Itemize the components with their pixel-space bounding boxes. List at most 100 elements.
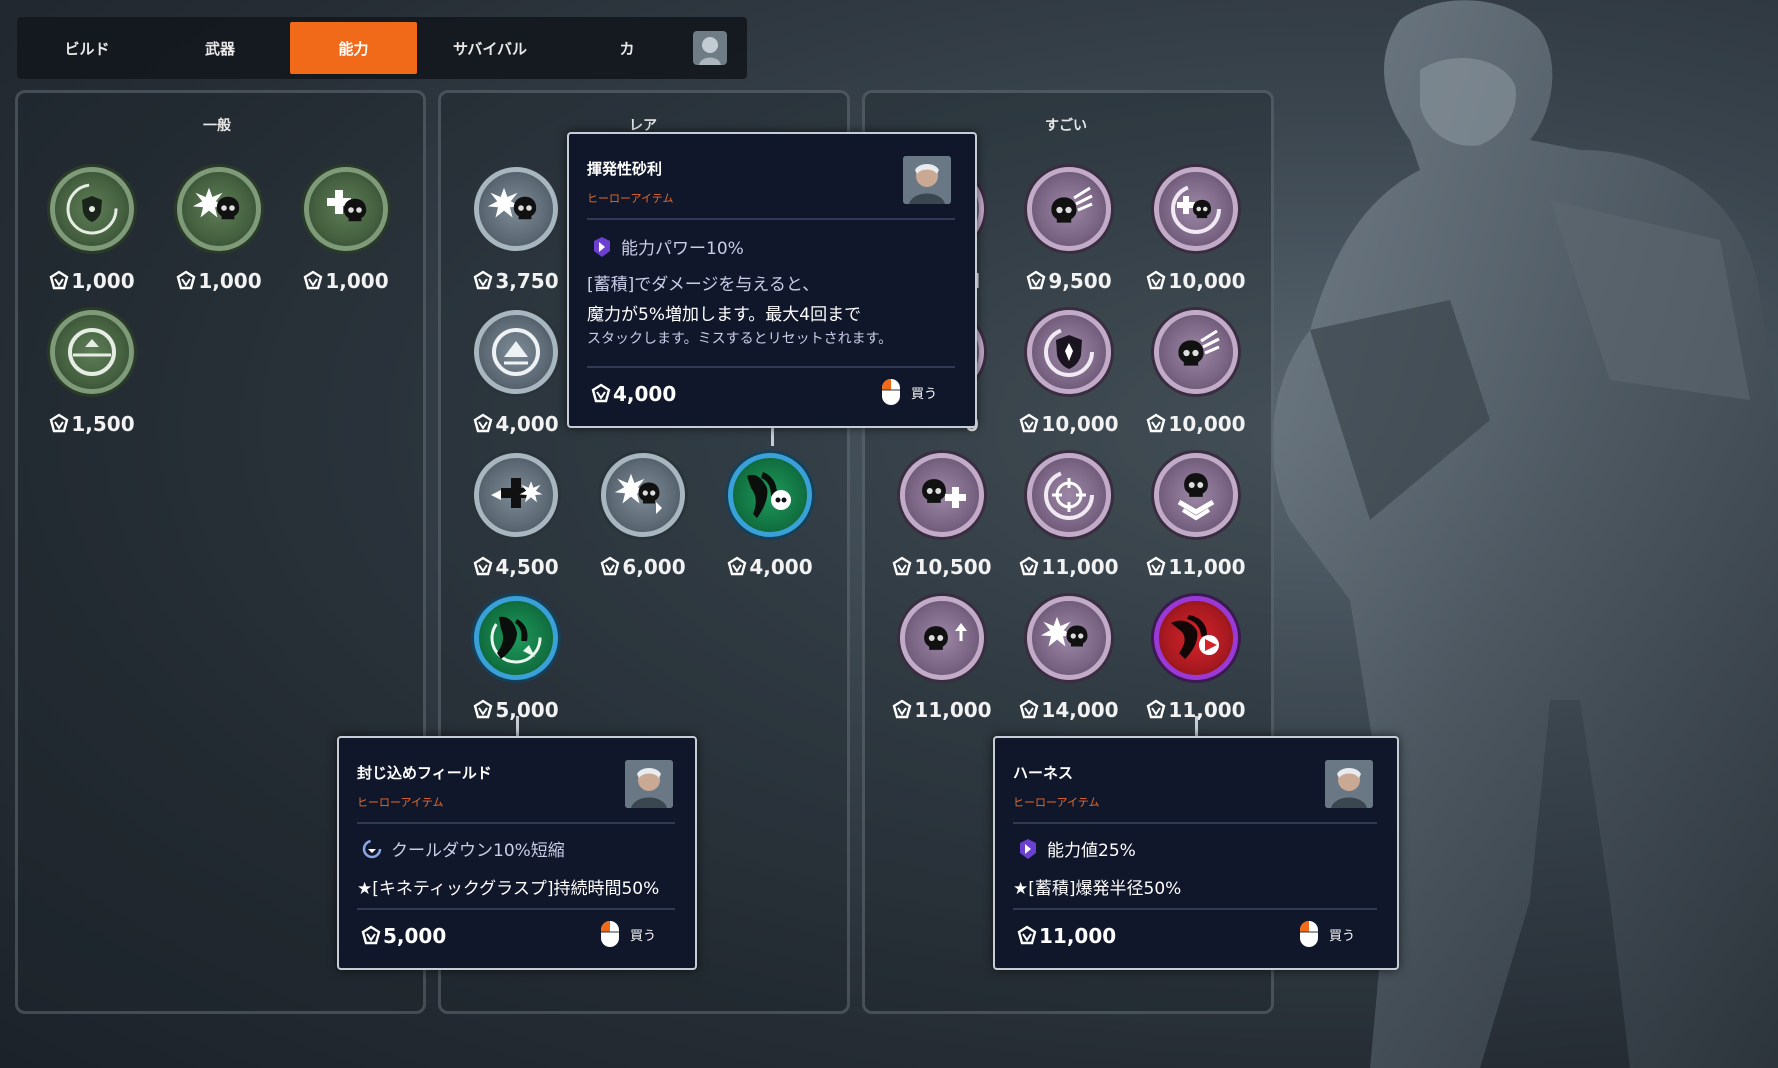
buy-button[interactable]: 買う xyxy=(881,378,937,406)
common-column-title: 一般 xyxy=(203,118,231,134)
hero-portrait-icon[interactable] xyxy=(693,31,727,65)
rare-item-2[interactable]: 4,000 xyxy=(461,310,571,440)
cross-burst-icon xyxy=(474,453,558,537)
epic-item-8[interactable]: 11,000 xyxy=(1014,453,1124,583)
item-price: 11,000 xyxy=(1014,555,1124,579)
divider xyxy=(1013,908,1377,910)
common-item-4[interactable]: 1,500 xyxy=(37,310,147,440)
item-price: 11,000 xyxy=(1141,555,1251,579)
item-price: 1,000 xyxy=(164,269,274,293)
tooltip-price: 4,000 xyxy=(591,382,676,406)
item-price: 6,000 xyxy=(588,555,698,579)
tooltip-price: 11,000 xyxy=(1017,924,1116,948)
hero-harness-icon xyxy=(1154,596,1238,680)
divider xyxy=(587,218,955,220)
burst-skull-arrow-icon xyxy=(601,453,685,537)
epic-item-9[interactable]: 11,000 xyxy=(1141,453,1251,583)
epic-item-2[interactable]: 9,500 xyxy=(1014,167,1124,297)
tooltip-connector xyxy=(1195,716,1198,736)
item-price: 10,000 xyxy=(1014,412,1124,436)
epic-item-6[interactable]: 10,000 xyxy=(1141,310,1251,440)
item-price: 10,500 xyxy=(887,555,997,579)
common-item-3[interactable]: 1,000 xyxy=(291,167,401,297)
item-price: 3,750 xyxy=(461,269,571,293)
plus-skull-icon xyxy=(304,167,388,251)
hero-claw-icon xyxy=(728,453,812,537)
skull-claw-icon xyxy=(1027,167,1111,251)
epic-item-11[interactable]: 14,000 xyxy=(1014,596,1124,726)
item-price: 4,000 xyxy=(715,555,825,579)
divider xyxy=(587,366,955,368)
rare-item-3[interactable]: 4,500 xyxy=(461,453,571,583)
item-tooltip-volatile: 揮発性砂利 ヒーローアイテム 能力パワー10% [蓄積]でダメージを与えると、 … xyxy=(567,132,977,428)
skull-chevron-icon xyxy=(1154,453,1238,537)
common-item-1[interactable]: 1,000 xyxy=(37,167,147,297)
tooltip-desc-1: [蓄積]でダメージを与えると、 xyxy=(587,275,820,295)
tooltip-stat: 能力値25% xyxy=(1017,836,1136,861)
divider xyxy=(357,908,675,910)
hero-portrait-icon xyxy=(903,156,951,204)
divider xyxy=(357,822,675,824)
epic-column-title: すごい xyxy=(1045,118,1087,134)
arrow-up-ring-icon xyxy=(474,310,558,394)
tooltip-connector xyxy=(516,716,519,736)
skull-claw-icon xyxy=(1154,310,1238,394)
epic-item-12[interactable]: 11,000 xyxy=(1141,596,1251,726)
tooltip-item-name: 封じ込めフィールド xyxy=(357,764,492,782)
common-item-2[interactable]: 1,000 xyxy=(164,167,274,297)
tooltip-item-type: ヒーローアイテム xyxy=(587,192,674,205)
tooltip-item-type: ヒーローアイテム xyxy=(1013,796,1100,809)
tooltip-desc-3: スタックします。ミスするとリセットされます。 xyxy=(587,331,893,347)
mouse-left-click-icon xyxy=(601,921,619,947)
shield-spiral-icon xyxy=(50,167,134,251)
refresh-plus-icon xyxy=(1154,167,1238,251)
divider xyxy=(1013,822,1377,824)
mouse-left-click-icon xyxy=(882,379,900,405)
tooltip-desc-1: ★[蓄積]爆発半径50% xyxy=(1013,879,1182,899)
item-price: 10,000 xyxy=(1141,412,1251,436)
tab-power[interactable]: カ xyxy=(577,22,677,74)
tab-weapon[interactable]: 武器 xyxy=(162,22,278,74)
rare-item-4[interactable]: 6,000 xyxy=(588,453,698,583)
item-price: 11,000 xyxy=(887,698,997,722)
shield-sword-icon xyxy=(1027,310,1111,394)
item-tooltip-containment: 封じ込めフィールド ヒーローアイテム クールダウン10%短縮 ★[キネティックグ… xyxy=(337,736,697,970)
ability-power-icon xyxy=(594,236,610,257)
item-price: 4,000 xyxy=(461,412,571,436)
tooltip-price: 5,000 xyxy=(361,924,446,948)
skull-plus-icon xyxy=(900,453,984,537)
target-icon xyxy=(1027,453,1111,537)
epic-item-7[interactable]: 10,500 xyxy=(887,453,997,583)
hero-portrait-icon xyxy=(625,760,673,808)
rare-item-1[interactable]: 3,750 xyxy=(461,167,571,297)
item-price: 14,000 xyxy=(1014,698,1124,722)
mouse-left-click-icon xyxy=(1300,921,1318,947)
epic-item-3[interactable]: 10,000 xyxy=(1141,167,1251,297)
cooldown-icon xyxy=(362,839,382,858)
tooltip-stat: クールダウン10%短縮 xyxy=(361,836,565,861)
tab-bar: ビルド 武器 能力 サバイバル カ xyxy=(17,17,747,79)
item-price: 1,500 xyxy=(37,412,147,436)
tooltip-desc-2: 魔力が5%増加します。最大4回まで xyxy=(587,305,862,325)
tab-survival[interactable]: サバイバル xyxy=(425,22,555,74)
tooltip-desc-1: ★[キネティックグラスプ]持続時間50% xyxy=(357,879,660,899)
item-price: 9,500 xyxy=(1014,269,1124,293)
tooltip-connector xyxy=(771,426,774,446)
tab-ability[interactable]: 能力 xyxy=(290,22,417,74)
burst-skull-icon xyxy=(474,167,558,251)
epic-item-10[interactable]: 11,000 xyxy=(887,596,997,726)
tab-build[interactable]: ビルド xyxy=(29,22,145,74)
tooltip-item-name: ハーネス xyxy=(1013,764,1074,782)
burst-skull-icon xyxy=(177,167,261,251)
item-price: 1,000 xyxy=(291,269,401,293)
buy-button[interactable]: 買う xyxy=(600,920,656,948)
buy-button[interactable]: 買う xyxy=(1299,920,1355,948)
hero-portrait-icon xyxy=(1325,760,1373,808)
hero-field-icon xyxy=(474,596,558,680)
item-price: 10,000 xyxy=(1141,269,1251,293)
ability-power-icon xyxy=(1020,838,1036,859)
rare-item-6[interactable]: 5,000 xyxy=(461,596,571,726)
rare-item-5[interactable]: 4,000 xyxy=(715,453,825,583)
item-price: 1,000 xyxy=(37,269,147,293)
epic-item-5[interactable]: 10,000 xyxy=(1014,310,1124,440)
